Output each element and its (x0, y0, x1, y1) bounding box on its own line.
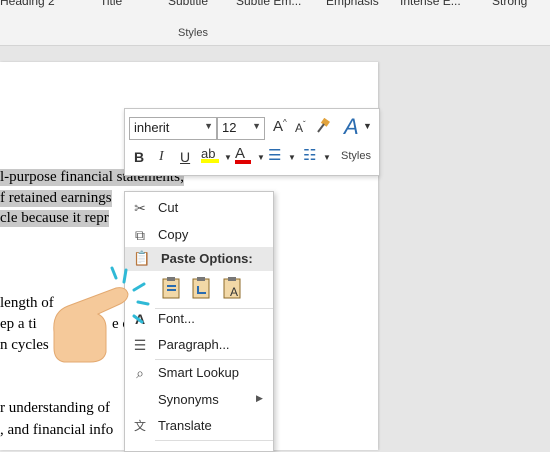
grow-font-icon[interactable]: A^ (273, 118, 287, 135)
font-size-value: 12 (222, 120, 237, 135)
copy-icon: ⧉ (135, 227, 145, 243)
mini-toolbar: inherit ▼ 12 ▼ A^ Aˇ A ▼ B I U ab ▼ A ▼ … (124, 108, 380, 176)
font-name-box[interactable]: inherit ▼ (129, 117, 217, 140)
text-line[interactable]: r understanding of (0, 400, 110, 417)
bullets-icon[interactable]: ☰ (268, 146, 281, 164)
chevron-down-icon[interactable]: ▼ (224, 153, 232, 162)
menu-item-label: Copy (158, 227, 189, 242)
svg-text:A: A (230, 285, 238, 299)
paste-keep-formatting-icon[interactable] (161, 276, 183, 300)
paste-options-label: Paste Options: (161, 251, 253, 266)
numbering-icon[interactable]: ☷ (303, 146, 316, 164)
text-line[interactable]: n cycles (0, 337, 49, 354)
menu-item-synonyms[interactable]: Synonyms ▶ (125, 388, 273, 412)
menu-item-label: Translate (158, 418, 212, 433)
font-name-value: inherit (134, 120, 170, 135)
paste-text-only-icon[interactable]: A (222, 276, 244, 300)
chevron-down-icon[interactable]: ▼ (323, 153, 331, 162)
menu-separator (155, 359, 273, 360)
paste-merge-formatting-icon[interactable] (191, 276, 213, 300)
style-subtitle[interactable]: Subtitle (168, 0, 208, 8)
scissors-icon: ✂ (134, 200, 146, 216)
translate-icon: 文 (133, 419, 146, 433)
chevron-down-icon[interactable]: ▼ (257, 153, 265, 162)
chevron-down-icon[interactable]: ▼ (288, 153, 296, 162)
menu-item-cut[interactable]: ✂ Cut (125, 196, 273, 220)
menu-item-label: Cut (158, 200, 179, 215)
menu-item-label: Synonyms (158, 392, 219, 407)
chevron-down-icon[interactable]: ▼ (363, 121, 372, 131)
style-subtle-emphasis[interactable]: Subtle Em... (236, 0, 301, 8)
text-line[interactable]: cle because it repr (0, 210, 109, 227)
menu-item-label: Font... (158, 311, 195, 326)
ribbon-group-label: Styles (178, 27, 208, 39)
style-intense-emphasis[interactable]: Intense E... (400, 0, 461, 8)
chevron-right-icon: ▶ (256, 393, 263, 403)
styles-label[interactable]: Styles (341, 150, 371, 162)
style-title[interactable]: Title (100, 0, 122, 8)
format-painter-icon[interactable] (315, 118, 331, 134)
text-line[interactable]: , and financial info (0, 422, 113, 439)
tap-hand-icon (53, 266, 150, 363)
menu-item-label: Paragraph... (158, 337, 230, 352)
font-size-box[interactable]: 12 ▼ (217, 117, 265, 140)
style-emphasis[interactable]: Emphasis (326, 0, 379, 8)
highlight-icon[interactable]: ab (201, 145, 219, 163)
menu-item-copy[interactable]: ⧉ Copy (125, 223, 273, 247)
chevron-down-icon[interactable]: ▼ (204, 121, 213, 131)
underline-button[interactable]: U (180, 149, 190, 165)
font-color-icon[interactable]: A (235, 145, 251, 164)
styles-icon[interactable]: A (344, 114, 359, 140)
text-line[interactable]: f retained earnings (0, 190, 112, 207)
menu-item-label: Smart Lookup (158, 365, 239, 380)
menu-separator (155, 440, 273, 441)
style-heading-2[interactable]: Heading 2 (0, 0, 55, 8)
shrink-font-icon[interactable]: Aˇ (295, 120, 306, 135)
text-line[interactable]: ep a ti (0, 316, 37, 333)
menu-item-translate[interactable]: 文 Translate (125, 414, 273, 438)
ribbon: Heading 2 Title Subtitle Subtle Em... Em… (0, 0, 550, 46)
chevron-down-icon[interactable]: ▼ (252, 121, 261, 131)
bold-button[interactable]: B (134, 149, 144, 165)
italic-button[interactable]: I (159, 149, 164, 165)
style-strong[interactable]: Strong (492, 0, 527, 8)
